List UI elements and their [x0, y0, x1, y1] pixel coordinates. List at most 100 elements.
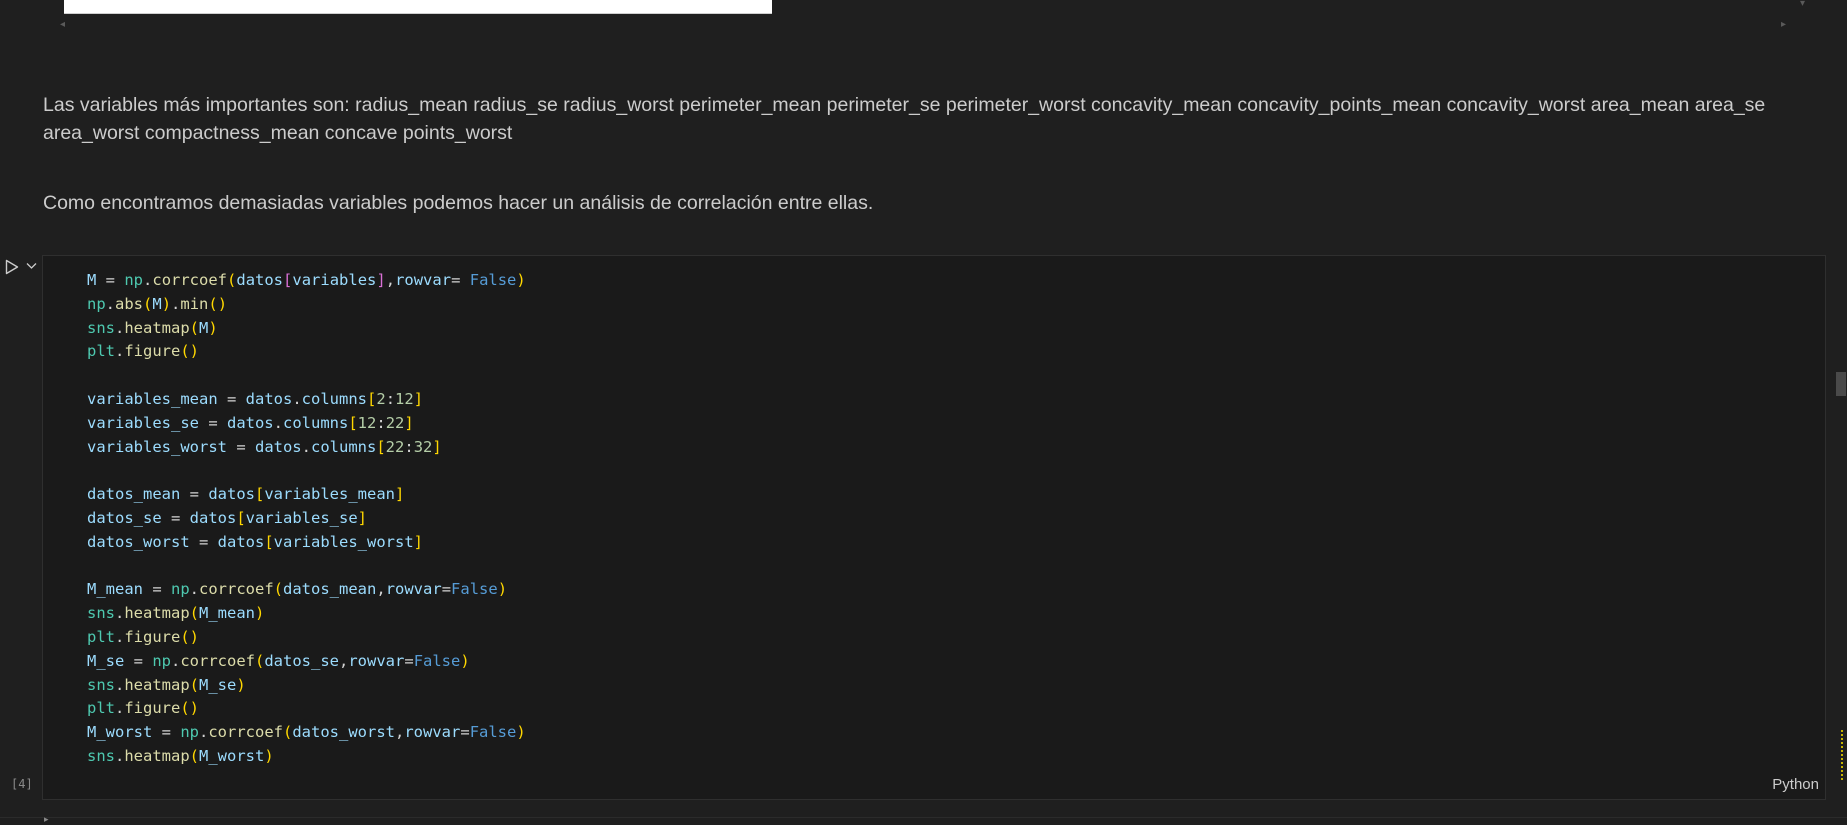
code-token: ) — [460, 651, 470, 670]
code-line[interactable]: datos_se = datos[variables_se] — [87, 507, 526, 531]
next-cell-indicator-icon: ▸ — [44, 815, 49, 825]
code-token: np — [87, 294, 106, 313]
code-token: M — [87, 271, 97, 289]
code-token: ( — [189, 675, 200, 694]
code-line[interactable]: datos_worst = datos[variables_worst] — [87, 531, 526, 555]
code-token: False — [469, 723, 517, 742]
code-token: rowvar — [404, 723, 461, 742]
scrollbar-thumb[interactable] — [1836, 372, 1846, 396]
code-token: . — [115, 318, 125, 337]
code-token: . — [189, 580, 200, 599]
code-token: ) — [516, 723, 526, 742]
code-token: 22 — [385, 413, 405, 432]
chevron-down-icon[interactable] — [26, 262, 37, 270]
code-token: . — [171, 651, 181, 670]
code-token: [ — [367, 389, 377, 408]
code-token: min — [180, 294, 209, 313]
code-line[interactable]: variables_se = datos.columns[12:22] — [87, 412, 526, 436]
code-token: variables_worst — [273, 532, 414, 551]
code-line[interactable]: M_worst = np.corrcoef(datos_worst,rowvar… — [87, 721, 526, 745]
code-token: ( — [189, 746, 200, 765]
code-token: False — [413, 651, 461, 670]
code-line[interactable]: sns.heatmap(M_mean) — [87, 602, 526, 626]
code-token: variables_mean — [264, 485, 395, 504]
code-token: ] — [357, 508, 367, 527]
code-line[interactable]: M = np.corrcoef(datos[variables],rowvar=… — [87, 269, 526, 293]
code-token: ] — [413, 532, 423, 551]
code-token: . — [292, 389, 302, 408]
scroll-down-icon[interactable]: ▾ — [1800, 0, 1805, 9]
code-line[interactable]: sns.heatmap(M_se) — [87, 674, 526, 698]
code-line[interactable] — [87, 555, 526, 579]
code-token: ) — [161, 294, 172, 313]
code-token: () — [180, 627, 200, 646]
code-token: ( — [255, 651, 265, 670]
scroll-right-icon[interactable]: ▸ — [1781, 19, 1786, 30]
code-token: = — [441, 580, 452, 599]
code-token: datos — [226, 413, 274, 432]
code-token: plt — [87, 699, 115, 718]
code-token: = — [124, 651, 153, 670]
code-token: = — [451, 271, 470, 289]
code-line[interactable]: sns.heatmap(M) — [87, 317, 526, 341]
code-line[interactable]: variables_mean = datos.columns[2:12] — [87, 388, 526, 412]
code-token: ] — [432, 437, 442, 456]
code-token: . — [115, 627, 125, 646]
run-cell-icon[interactable] — [5, 259, 19, 275]
code-token: ) — [208, 318, 218, 337]
code-line[interactable]: M_se = np.corrcoef(datos_se,rowvar=False… — [87, 650, 526, 674]
code-line[interactable]: plt.figure() — [87, 340, 526, 364]
code-token: variables_worst — [87, 437, 227, 456]
code-token: M_worst — [87, 723, 153, 742]
code-token: , — [385, 271, 396, 289]
code-line[interactable]: M_mean = np.corrcoef(datos_mean,rowvar=F… — [87, 578, 526, 602]
code-token: ( — [283, 723, 293, 742]
code-token: False — [469, 271, 517, 289]
code-token: M — [199, 318, 209, 337]
code-editor[interactable]: M = np.corrcoef(datos[variables],rowvar=… — [87, 269, 526, 769]
code-token: sns — [87, 318, 115, 337]
code-line[interactable]: variables_worst = datos.columns[22:32] — [87, 436, 526, 460]
code-token: 12 — [357, 413, 377, 432]
code-token: = — [180, 485, 209, 504]
code-line[interactable]: plt.figure() — [87, 697, 526, 721]
code-token: = — [189, 532, 218, 551]
code-token: : — [376, 413, 386, 432]
code-token: ) — [236, 675, 246, 694]
code-cell[interactable]: M = np.corrcoef(datos[variables],rowvar=… — [42, 255, 1826, 800]
scroll-left-icon[interactable]: ◂ — [60, 19, 65, 30]
code-token: M_mean — [199, 604, 256, 623]
code-token: ] — [404, 413, 414, 432]
code-line[interactable] — [87, 459, 526, 483]
code-token: 2 — [376, 389, 386, 408]
code-line[interactable]: sns.heatmap(M_worst) — [87, 745, 526, 769]
code-token: . — [115, 746, 125, 765]
code-token: . — [171, 294, 181, 313]
code-token: () — [208, 294, 228, 313]
code-line[interactable]: np.abs(M).min() — [87, 293, 526, 317]
code-token: M_se — [87, 651, 125, 670]
code-token: M_worst — [199, 746, 265, 765]
code-token: . — [301, 437, 311, 456]
code-token: datos_mean — [283, 580, 377, 599]
cell-language-label[interactable]: Python — [1772, 776, 1819, 793]
code-token: corrcoef — [208, 723, 283, 742]
code-token: [ — [283, 271, 293, 289]
code-line[interactable] — [87, 364, 526, 388]
code-token: = — [96, 271, 125, 289]
code-token: datos — [217, 532, 265, 551]
code-token: ( — [273, 580, 284, 599]
code-token: ( — [189, 318, 200, 337]
code-token: variables_se — [245, 508, 358, 527]
code-line[interactable]: plt.figure() — [87, 626, 526, 650]
code-token: corrcoef — [152, 271, 228, 289]
code-line[interactable]: datos_mean = datos[variables_mean] — [87, 483, 526, 507]
code-token: . — [115, 342, 125, 361]
code-token: heatmap — [124, 604, 190, 623]
code-token: () — [180, 342, 200, 361]
code-token: rowvar — [395, 271, 452, 289]
code-token: ( — [189, 604, 200, 623]
code-token: . — [199, 723, 209, 742]
code-token: = — [152, 723, 181, 742]
code-token: plt — [87, 342, 115, 361]
